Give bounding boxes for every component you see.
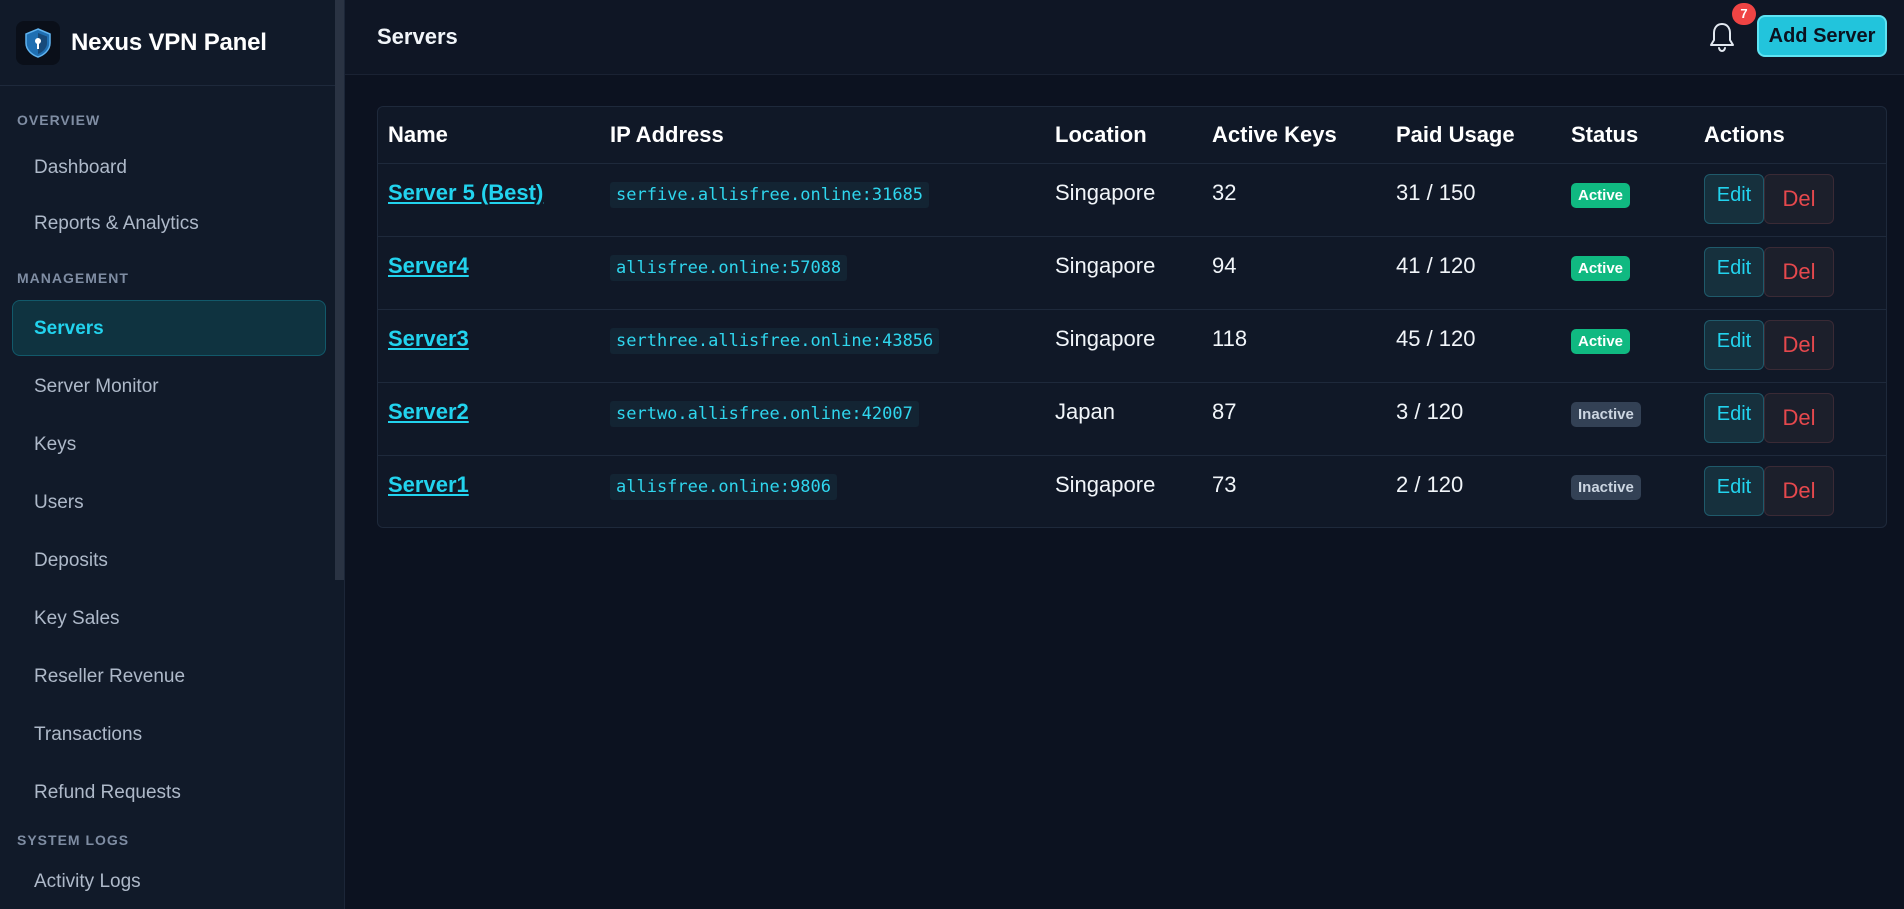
sidebar-item-transactions[interactable]: Transactions [0,706,332,764]
server-name-link[interactable]: Server 5 (Best) [388,180,543,205]
brand-title: Nexus VPN Panel [71,28,267,56]
status-badge: Inactive [1571,401,1641,427]
server-ip-address: allisfree.online:9806 [610,473,837,500]
main-content: Servers 7 Add Server Name IP Address Loc… [345,0,1904,909]
notification-badge: 7 [1732,3,1756,25]
server-active-keys: 118 [1202,308,1386,382]
status-badge: Active [1571,182,1631,208]
sidebar: Nexus VPN Panel OVERVIEW Dashboard Repor… [0,0,345,909]
edit-button[interactable]: Edit [1704,392,1764,443]
sidebar-item-activity-logs[interactable]: Activity Logs [0,856,332,908]
row-actions: Edit Del [1704,465,1886,516]
edit-button[interactable]: Edit [1704,173,1764,224]
section-label-system-logs: SYSTEM LOGS [17,832,130,848]
delete-button[interactable]: Del [1764,319,1834,370]
sidebar-item-reseller-revenue[interactable]: Reseller Revenue [0,648,332,706]
server-paid-usage: 2 / 120 [1386,454,1561,528]
server-name-link[interactable]: Server1 [388,472,469,497]
row-actions: Edit Del [1704,319,1886,370]
sidebar-item-users[interactable]: Users [0,474,332,532]
server-location: Singapore [1045,454,1202,528]
server-location: Singapore [1045,235,1202,309]
status-badge: Active [1571,328,1631,354]
server-paid-usage: 31 / 150 [1386,162,1561,236]
sidebar-item-servers[interactable]: Servers [12,300,326,356]
column-header-name[interactable]: Name [378,107,600,163]
column-header-ip-address[interactable]: IP Address [600,107,1045,163]
bell-icon[interactable] [1707,20,1737,54]
edit-button[interactable]: Edit [1704,246,1764,297]
shield-logo-icon [16,20,60,65]
server-name-link[interactable]: Server3 [388,326,469,351]
table-row: Server2 sertwo.allisfree.online:42007 Ja… [378,381,1886,455]
column-header-paid-usage[interactable]: Paid Usage [1386,107,1561,163]
server-ip-address: serthree.allisfree.online:43856 [610,327,940,354]
table-row: Server3 serthree.allisfree.online:43856 … [378,308,1886,382]
sidebar-item-reports-analytics[interactable]: Reports & Analytics [0,194,332,254]
sidebar-item-keys[interactable]: Keys [0,416,332,474]
sidebar-scrollbar[interactable] [335,0,344,580]
section-label-overview: OVERVIEW [17,112,101,128]
server-ip-address: sertwo.allisfree.online:42007 [610,400,919,427]
sidebar-item-refund-requests[interactable]: Refund Requests [0,764,332,822]
sidebar-item-dashboard[interactable]: Dashboard [0,142,332,194]
table-row: Server4 allisfree.online:57088 Singapore… [378,235,1886,309]
servers-table: Name IP Address Location Active Keys Pai… [377,106,1887,528]
server-ip-address: serfive.allisfree.online:31685 [610,181,930,208]
brand: Nexus VPN Panel [0,0,344,86]
server-paid-usage: 41 / 120 [1386,235,1561,309]
server-name-link[interactable]: Server4 [388,253,469,278]
section-label-management: MANAGEMENT [17,270,129,286]
sidebar-item-server-monitor[interactable]: Server Monitor [0,358,332,416]
server-active-keys: 32 [1202,162,1386,236]
add-server-button[interactable]: Add Server [1757,15,1887,57]
server-paid-usage: 45 / 120 [1386,308,1561,382]
server-location: Singapore [1045,162,1202,236]
row-actions: Edit Del [1704,246,1886,297]
edit-button[interactable]: Edit [1704,465,1764,516]
server-location: Singapore [1045,308,1202,382]
table-row: Server 5 (Best) serfive.allisfree.online… [378,162,1886,236]
delete-button[interactable]: Del [1764,392,1834,443]
server-paid-usage: 3 / 120 [1386,381,1561,455]
server-active-keys: 73 [1202,454,1386,528]
table-row: Server1 allisfree.online:9806 Singapore … [378,454,1886,528]
table-header-row: Name IP Address Location Active Keys Pai… [378,107,1886,163]
delete-button[interactable]: Del [1764,246,1834,297]
column-header-active-keys[interactable]: Active Keys [1202,107,1386,163]
column-header-status[interactable]: Status [1561,107,1694,163]
delete-button[interactable]: Del [1764,465,1834,516]
sidebar-item-deposits[interactable]: Deposits [0,532,332,590]
column-header-location[interactable]: Location [1045,107,1202,163]
status-badge: Active [1571,255,1631,281]
status-badge: Inactive [1571,474,1641,500]
column-header-actions: Actions [1704,121,1785,147]
top-bar: Servers 7 Add Server [345,0,1904,75]
row-actions: Edit Del [1704,392,1886,443]
sidebar-item-key-sales[interactable]: Key Sales [0,590,332,648]
row-actions: Edit Del [1704,173,1886,224]
server-location: Japan [1045,381,1202,455]
server-active-keys: 94 [1202,235,1386,309]
server-name-link[interactable]: Server2 [388,399,469,424]
delete-button[interactable]: Del [1764,173,1834,224]
edit-button[interactable]: Edit [1704,319,1764,370]
server-active-keys: 87 [1202,381,1386,455]
page-title: Servers [377,24,458,49]
server-ip-address: allisfree.online:57088 [610,254,848,281]
